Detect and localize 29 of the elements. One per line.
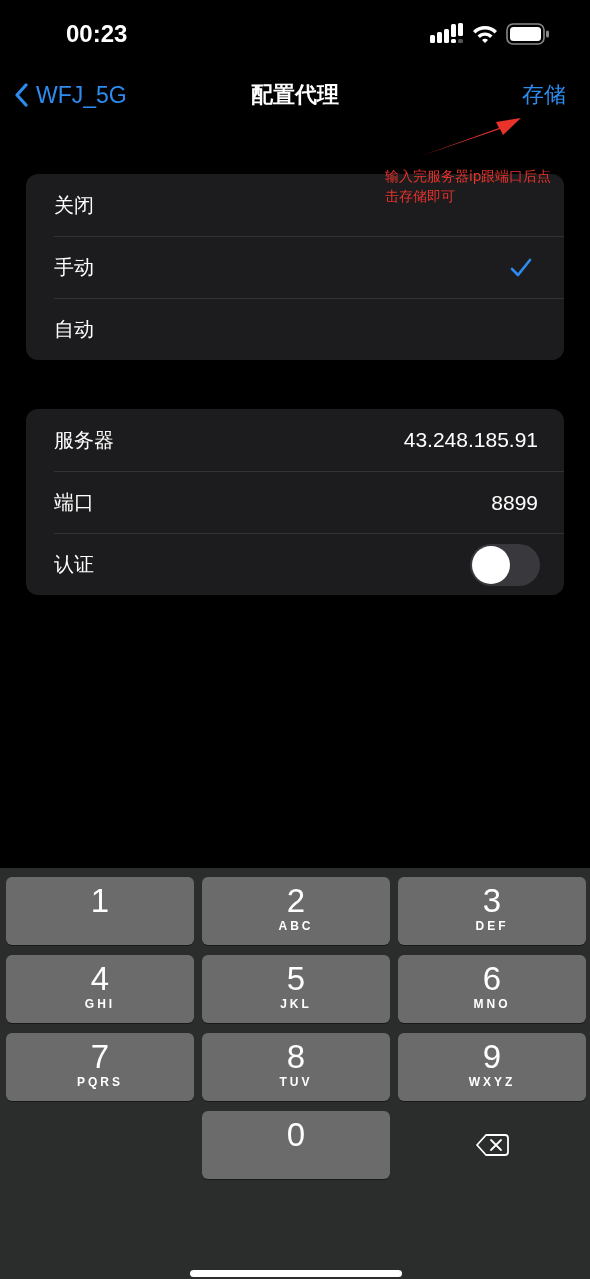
toggle-switch[interactable] [470, 543, 540, 586]
number-key[interactable]: 0 [202, 1111, 390, 1179]
input-field[interactable]: 8899 [491, 490, 538, 515]
number-key[interactable]: 8 TUV [202, 1033, 390, 1101]
signal-icon [430, 23, 464, 45]
save-button[interactable]: 存储 [522, 80, 566, 110]
delete-icon[interactable] [475, 1133, 509, 1157]
screen-title: 配置代理 [251, 81, 339, 109]
input-field[interactable]: 43.248.185.91 [403, 428, 538, 452]
setting-label: 服务器 [54, 426, 114, 454]
number-key[interactable]: 9 WXYZ [398, 1033, 586, 1101]
option-label[interactable]: 关闭 [54, 191, 94, 219]
option-label[interactable]: 手动 [54, 254, 94, 281]
back-chevron-icon[interactable] [14, 83, 28, 107]
number-key[interactable]: 7 PQRS [6, 1033, 194, 1101]
annotation-note: 输入完服务器ip跟端口后点击存储即可 [385, 167, 553, 206]
number-key[interactable]: 6 MNO [398, 955, 586, 1023]
number-key[interactable]: 4 GHI [6, 955, 194, 1023]
number-key[interactable]: 1 [6, 877, 194, 945]
setting-label: 认证 [54, 551, 94, 578]
number-key[interactable]: 3 DEF [398, 877, 586, 945]
battery-icon [506, 23, 550, 45]
clock-time: 00:23 [66, 20, 128, 48]
wifi-icon [472, 24, 498, 44]
option-label[interactable]: 自动 [54, 316, 94, 343]
number-key[interactable]: 5 JKL [202, 955, 390, 1023]
number-key[interactable]: 2 ABC [202, 877, 390, 945]
setting-label: 端口 [54, 489, 94, 516]
back-button[interactable]: WFJ_5G [14, 81, 127, 109]
